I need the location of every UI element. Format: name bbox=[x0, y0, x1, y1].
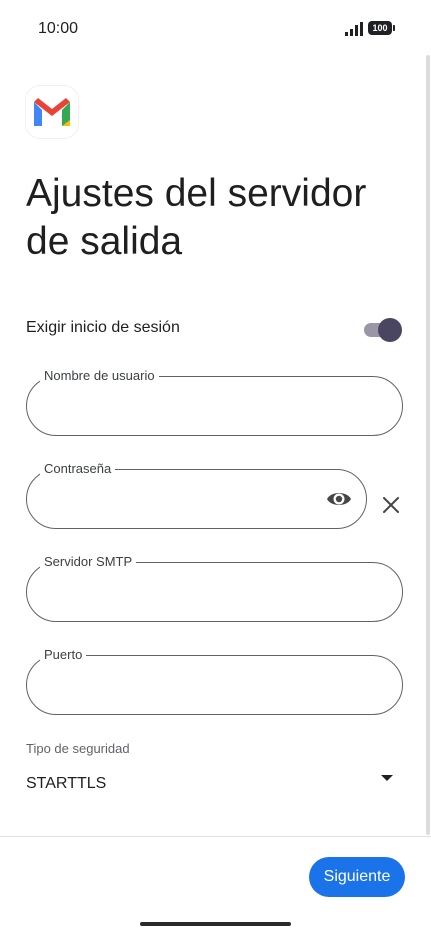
status-time: 10:00 bbox=[38, 20, 79, 37]
gmail-logo-icon bbox=[26, 86, 78, 138]
password-label: Contraseña bbox=[40, 461, 116, 477]
smtp-server-field[interactable]: Servidor SMTP bbox=[26, 554, 403, 622]
port-label: Puerto bbox=[40, 647, 87, 663]
divider bbox=[0, 836, 431, 837]
port-input[interactable] bbox=[45, 674, 329, 698]
password-field[interactable]: Contraseña bbox=[26, 461, 367, 529]
home-indicator[interactable] bbox=[140, 922, 291, 926]
battery-icon: 100 bbox=[368, 21, 395, 35]
outgoing-server-settings-screen: 10:00 100 Ajustes del servidor de salida… bbox=[0, 0, 431, 934]
require-signin-toggle[interactable] bbox=[364, 318, 402, 342]
username-label: Nombre de usuario bbox=[40, 368, 159, 384]
status-bar: 10:00 100 bbox=[0, 0, 431, 60]
smtp-server-label: Servidor SMTP bbox=[40, 554, 137, 570]
username-field[interactable]: Nombre de usuario bbox=[26, 368, 403, 436]
next-button[interactable]: Siguiente bbox=[309, 857, 405, 897]
port-field[interactable]: Puerto bbox=[26, 647, 403, 715]
security-type-label: Tipo de seguridad bbox=[26, 741, 130, 756]
require-signin-label: Exigir inicio de sesión bbox=[26, 319, 180, 336]
password-input[interactable] bbox=[45, 488, 279, 512]
scrollbar[interactable] bbox=[426, 55, 430, 835]
toggle-thumb bbox=[378, 318, 402, 342]
close-icon[interactable] bbox=[381, 495, 401, 515]
page-title: Ajustes del servidor de salida bbox=[26, 172, 367, 263]
eye-icon[interactable] bbox=[326, 489, 352, 509]
smtp-server-input[interactable] bbox=[45, 581, 329, 605]
security-type-select[interactable]: STARTTLS bbox=[26, 775, 106, 793]
signal-icon bbox=[345, 22, 363, 36]
chevron-down-icon[interactable] bbox=[381, 775, 393, 781]
username-input[interactable] bbox=[45, 395, 329, 419]
